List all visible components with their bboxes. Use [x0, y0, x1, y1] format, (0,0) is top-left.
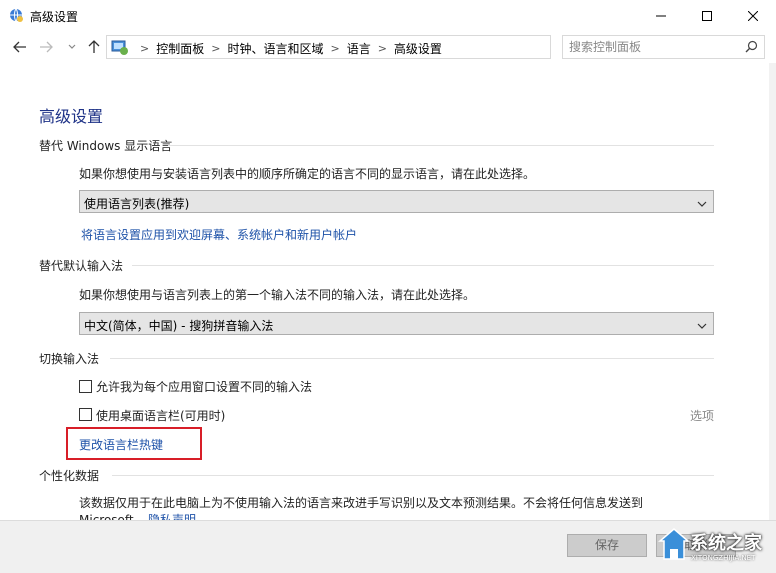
- search-icon[interactable]: [745, 40, 758, 56]
- footer-bar: 保存 取消 系统之家 XITONGZHIJIA.NET: [0, 520, 776, 573]
- watermark-text: 系统之家: [690, 533, 762, 554]
- address-box[interactable]: > 控制面板 > 时钟、语言和区域 > 语言 > 高级设置: [106, 35, 652, 59]
- input-method-select[interactable]: 中文(简体，中国) - 搜狗拼音输入法: [79, 312, 714, 335]
- display-language-select[interactable]: 使用语言列表(推荐): [79, 190, 714, 213]
- section-divider: [112, 475, 714, 476]
- personalization-description: 该数据仅用于在此电脑上为不使用输入法的语言来改进手写识别以及文本预测结果。不会将…: [79, 496, 644, 510]
- switching-heading: 切换输入法: [39, 352, 100, 366]
- personalization-description-line2: Microsoft。: [79, 513, 146, 520]
- breadcrumb-control-panel[interactable]: 控制面板: [156, 40, 204, 57]
- breadcrumb: > 控制面板 > 时钟、语言和区域 > 语言 > 高级设置: [133, 40, 442, 57]
- desktop-language-bar-label[interactable]: 使用桌面语言栏(可用时): [96, 407, 225, 424]
- title-bar: 高级设置: [0, 0, 776, 31]
- chevron-down-icon: [697, 197, 707, 211]
- watermark-logo: 系统之家 XITONGZHIJIA.NET: [656, 523, 774, 569]
- breadcrumb-separator-icon: >: [211, 42, 221, 55]
- window-title: 高级设置: [30, 10, 79, 24]
- per-app-input-label[interactable]: 允许我为每个应用窗口设置不同的输入法: [96, 378, 312, 395]
- apply-language-settings-link[interactable]: 将语言设置应用到欢迎屏幕、系统帐户和新用户帐户: [81, 226, 357, 243]
- close-button[interactable]: [730, 0, 776, 31]
- breadcrumb-separator-icon: >: [140, 42, 150, 55]
- language-bar-options-link[interactable]: 选项: [690, 407, 714, 424]
- input-method-heading: 替代默认输入法: [39, 259, 124, 273]
- input-method-description: 如果你想使用与语言列表上的第一个输入法不同的输入法，请在此处选择。: [79, 288, 476, 302]
- chevron-down-icon: [697, 319, 707, 333]
- input-method-select-value: 中文(简体，中国) - 搜狗拼音输入法: [84, 319, 274, 333]
- desktop-language-bar-checkbox[interactable]: [79, 408, 92, 421]
- section-divider: [110, 358, 714, 359]
- personalization-heading: 个性化数据: [39, 469, 100, 483]
- recent-dropdown-button[interactable]: [62, 37, 82, 57]
- minimize-button[interactable]: [638, 0, 684, 31]
- privacy-statement-link[interactable]: 隐私声明: [148, 511, 196, 520]
- per-app-input-checkbox[interactable]: [79, 380, 92, 393]
- back-button[interactable]: [10, 37, 30, 57]
- house-logo-icon: [658, 528, 690, 560]
- breadcrumb-language[interactable]: 语言: [347, 40, 371, 57]
- highlight-box: [66, 427, 202, 460]
- section-divider: [132, 265, 714, 266]
- section-divider: [168, 145, 714, 146]
- forward-button[interactable]: [36, 37, 56, 57]
- breadcrumb-separator-icon: >: [330, 42, 340, 55]
- main-content: 高级设置 替代 Windows 显示语言 如果你想使用与安装语言列表中的顺序所确…: [0, 63, 769, 520]
- vertical-scrollbar[interactable]: [769, 63, 776, 520]
- save-button[interactable]: 保存: [567, 534, 647, 557]
- page-title: 高级设置: [39, 107, 104, 126]
- watermark-subtext: XITONGZHIJIA.NET: [691, 554, 756, 562]
- maximize-button[interactable]: [684, 0, 730, 31]
- address-bar: > 控制面板 > 时钟、语言和区域 > 语言 > 高级设置: [0, 31, 776, 63]
- display-language-select-value: 使用语言列表(推荐): [84, 197, 190, 211]
- breadcrumb-clock-language-region[interactable]: 时钟、语言和区域: [227, 40, 323, 57]
- search-box[interactable]: [562, 35, 765, 59]
- breadcrumb-advanced-settings[interactable]: 高级设置: [394, 40, 442, 57]
- display-language-description: 如果你想使用与安装语言列表中的顺序所确定的语言不同的显示语言，请在此处选择。: [79, 167, 536, 181]
- control-panel-icon: [111, 39, 129, 56]
- display-language-heading: 替代 Windows 显示语言: [39, 139, 173, 153]
- up-button[interactable]: [84, 37, 104, 57]
- language-settings-icon: [8, 7, 24, 23]
- search-input[interactable]: [569, 39, 739, 55]
- breadcrumb-separator-icon: >: [377, 42, 387, 55]
